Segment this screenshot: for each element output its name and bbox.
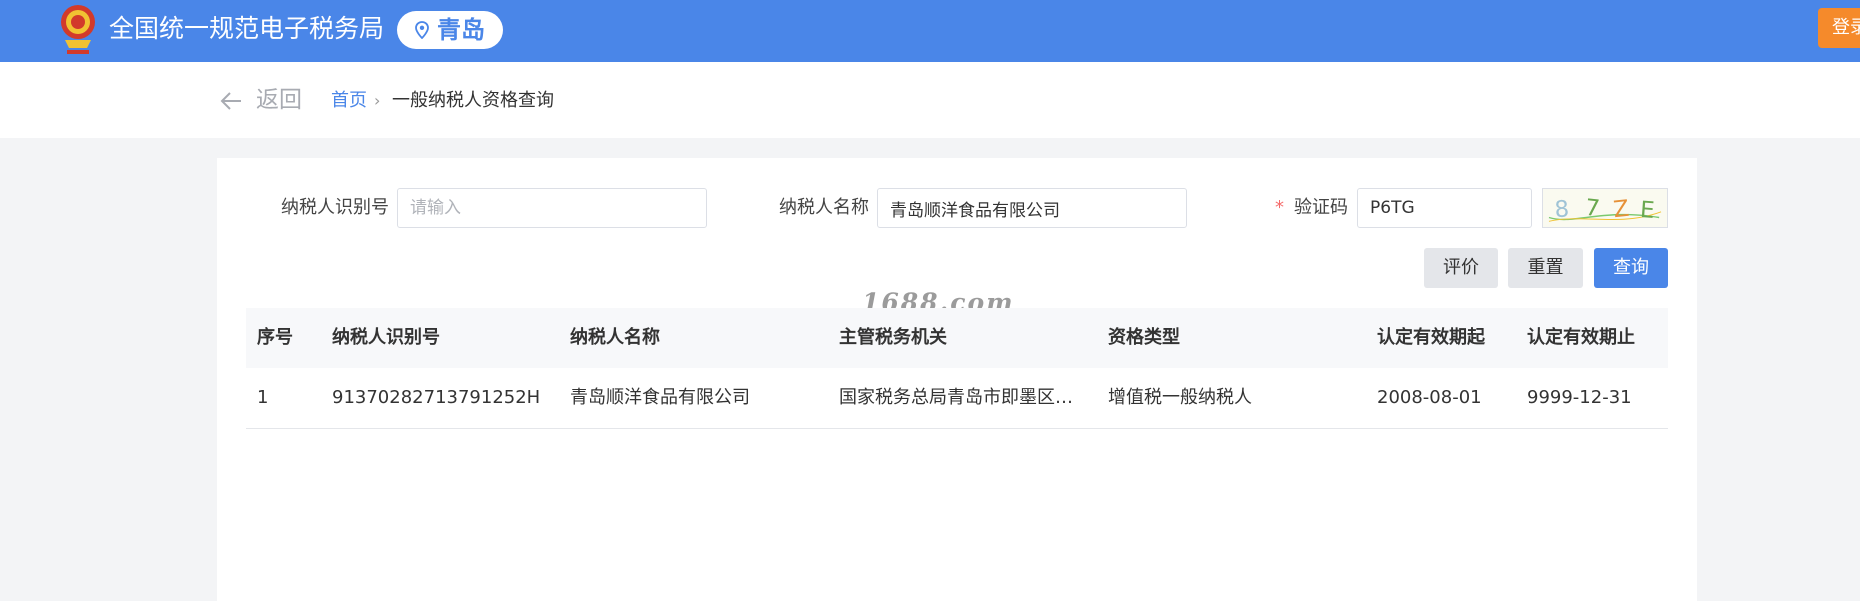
breadcrumb-separator: › — [374, 91, 381, 110]
cell-valid-from: 2008-08-01 — [1377, 387, 1482, 408]
header-valid-from: 认定有效期起 — [1377, 327, 1485, 348]
reset-button[interactable]: 重置 — [1508, 248, 1583, 288]
required-mark: * — [1275, 197, 1284, 218]
login-button[interactable]: 登录 — [1818, 8, 1860, 48]
taxpayer-name-label: 纳税人名称 — [779, 197, 869, 218]
captcha-label: 验证码 — [1294, 197, 1348, 218]
evaluate-button[interactable]: 评价 — [1424, 248, 1498, 288]
header-tax-authority: 主管税务机关 — [839, 327, 947, 348]
table-header: 序号 纳税人识别号 纳税人名称 主管税务机关 资格类型 认定有效期起 认定有效期… — [246, 308, 1668, 369]
location-pin-icon — [415, 21, 429, 39]
captcha-char-3: Z — [1612, 196, 1630, 223]
city-name: 青岛 — [437, 16, 485, 44]
header-valid-to: 认定有效期止 — [1527, 327, 1635, 348]
cell-qualification-type: 增值税一般纳税人 — [1108, 387, 1252, 408]
taxpayer-name-input[interactable] — [877, 188, 1187, 228]
cell-taxpayer-id: 91370282713791252H — [332, 387, 541, 408]
captcha-input[interactable] — [1357, 188, 1532, 228]
captcha-char-1: 8 — [1554, 196, 1570, 223]
cell-tax-authority: 国家税务总局青岛市即墨区税... — [839, 387, 1089, 408]
taxpayer-id-label: 纳税人识别号 — [281, 197, 389, 218]
cell-valid-to: 9999-12-31 — [1527, 387, 1632, 408]
table-row: 1 91370282713791252H 青岛顺洋食品有限公司 国家税务总局青岛… — [246, 368, 1668, 429]
header-taxpayer-name: 纳税人名称 — [570, 327, 660, 348]
breadcrumb-current-page: 一般纳税人资格查询 — [392, 90, 554, 111]
header-qualification-type: 资格类型 — [1108, 327, 1180, 348]
city-selector[interactable]: 青岛 — [397, 11, 503, 49]
query-button[interactable]: 查询 — [1594, 248, 1668, 288]
captcha-char-4: E — [1639, 197, 1655, 224]
cell-taxpayer-name: 青岛顺洋食品有限公司 — [570, 387, 750, 408]
header-index: 序号 — [257, 327, 293, 348]
breadcrumb-home-link[interactable]: 首页 — [331, 89, 367, 113]
taxpayer-id-input[interactable] — [397, 188, 707, 228]
back-arrow-icon[interactable] — [219, 88, 243, 114]
cell-index: 1 — [257, 387, 269, 408]
header-taxpayer-id: 纳税人识别号 — [332, 327, 440, 348]
site-title: 全国统一规范电子税务局 — [109, 14, 385, 43]
captcha-char-2: 7 — [1584, 195, 1601, 222]
captcha-image[interactable]: 8 7 Z E — [1542, 188, 1668, 228]
tax-emblem-icon — [61, 5, 95, 54]
back-button[interactable]: 返回 — [256, 85, 302, 115]
top-bar: 全国统一规范电子税务局 青岛 登录 — [0, 0, 1860, 62]
